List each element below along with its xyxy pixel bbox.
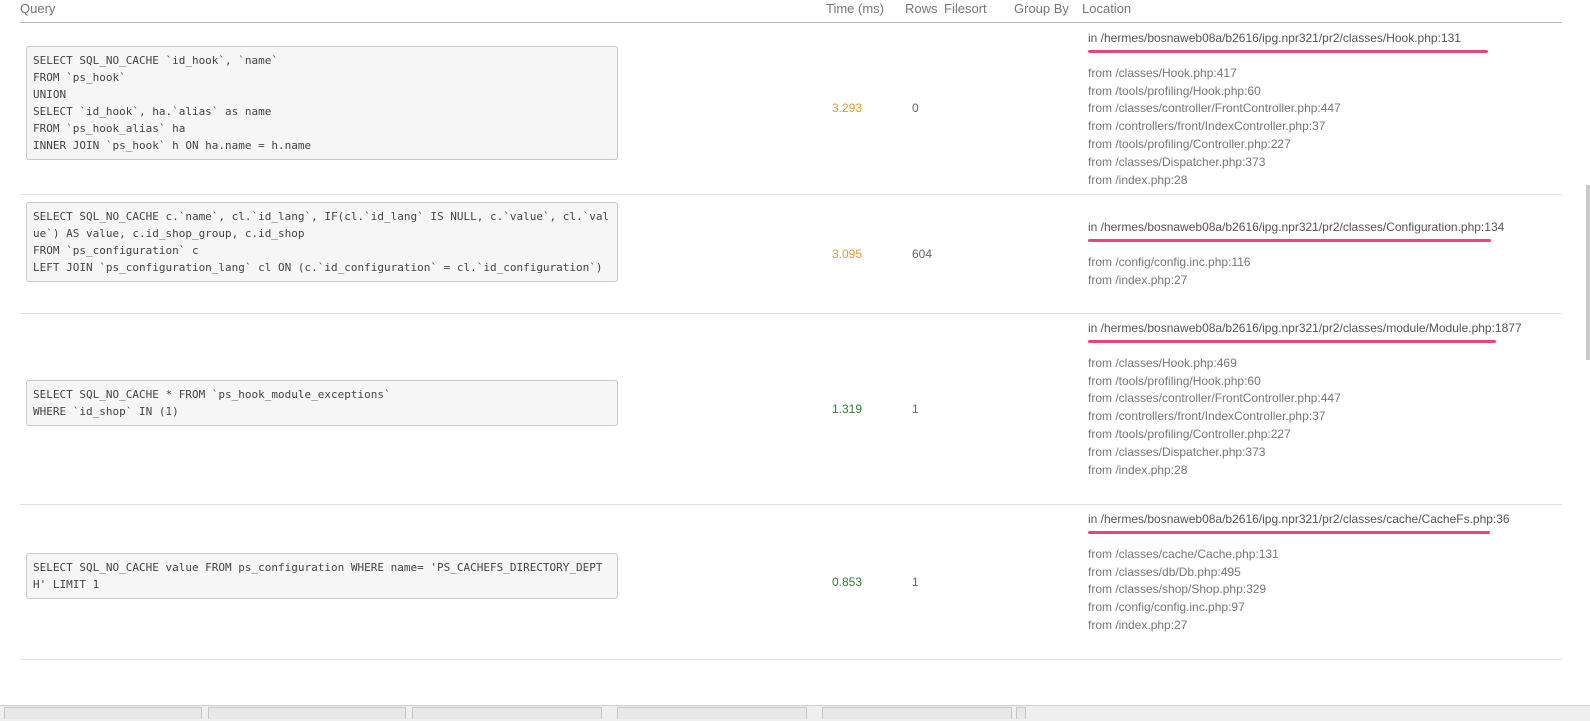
query-rows: 604 (912, 247, 933, 261)
stack-frame: from /classes/controller/FrontController… (1088, 391, 1341, 406)
bottom-tab[interactable] (617, 707, 807, 719)
stack-frame: from /config/config.inc.php:97 (1088, 600, 1245, 615)
bottom-tab[interactable] (1016, 707, 1026, 719)
table-row: SELECT SQL_NO_CACHE c.`name`, cl.`id_lan… (20, 195, 1562, 314)
highlight-underline (1088, 339, 1496, 343)
header-time[interactable]: Time (ms) (826, 1, 884, 16)
stack-frame: from /classes/Dispatcher.php:373 (1088, 444, 1266, 459)
highlight-underline (1088, 530, 1490, 534)
header-group-by[interactable]: Group By (1014, 1, 1069, 16)
query-time: 0.853 (832, 575, 863, 589)
stack-frame: from /index.php:27 (1088, 617, 1188, 632)
table-header: Query Time (ms) Rows Filesort Group By L… (0, 0, 1590, 22)
stack-frame: from /classes/Hook.php:417 (1088, 65, 1237, 80)
query-rows: 1 (912, 575, 919, 589)
table-row: SELECT SQL_NO_CACHE `id_hook`, `name` FR… (20, 23, 1562, 195)
highlight-underline (1088, 49, 1488, 53)
header-filesort[interactable]: Filesort (944, 1, 987, 16)
stack-frame: from /index.php:28 (1088, 462, 1188, 477)
location-in-path[interactable]: in /hermes/bosnaweb08a/b2616/ipg.npr321/… (1088, 220, 1504, 234)
stack-frame: from /controllers/front/IndexController.… (1088, 119, 1326, 134)
highlight-underline (1088, 238, 1491, 242)
location-in-path[interactable]: in /hermes/bosnaweb08a/b2616/ipg.npr321/… (1088, 512, 1510, 526)
header-query[interactable]: Query (20, 1, 55, 16)
sql-query-box[interactable]: SELECT SQL_NO_CACHE `id_hook`, `name` FR… (26, 46, 618, 160)
location-in: in /hermes/bosnaweb08a/b2616/ipg.npr321/… (1088, 30, 1488, 53)
stack-frame: from /classes/shop/Shop.php:329 (1088, 582, 1267, 597)
stack-frame: from /classes/controller/FrontController… (1088, 101, 1341, 116)
location-in: in /hermes/bosnaweb08a/b2616/ipg.npr321/… (1088, 320, 1538, 343)
stack-frame: from /index.php:27 (1088, 272, 1188, 287)
bottom-tab-strip (0, 705, 1590, 721)
table-row: SELECT SQL_NO_CACHE value FROM ps_config… (20, 505, 1562, 660)
query-rows: 1 (912, 402, 919, 416)
query-time: 3.095 (832, 247, 863, 261)
stack-frame: from /tools/profiling/Hook.php:60 (1088, 83, 1261, 98)
stack-frame: from /tools/profiling/Hook.php:60 (1088, 373, 1261, 388)
stack-frame: from /index.php:28 (1088, 172, 1188, 187)
stack-frame: from /classes/cache/Cache.php:131 (1088, 546, 1279, 561)
stack-frame: from /tools/profiling/Controller.php:227 (1088, 426, 1291, 441)
stack-frame: from /controllers/front/IndexController.… (1088, 409, 1326, 424)
bottom-tab[interactable] (4, 707, 202, 719)
stack-frame: from /classes/Hook.php:469 (1088, 355, 1237, 370)
stack-frame: from /classes/Dispatcher.php:373 (1088, 154, 1266, 169)
query-time: 1.319 (832, 402, 863, 416)
location-stack: in /hermes/bosnaweb08a/b2616/ipg.npr321/… (1088, 320, 1538, 479)
query-time: 3.293 (832, 101, 863, 115)
location-in: in /hermes/bosnaweb08a/b2616/ipg.npr321/… (1088, 219, 1504, 242)
scrollbar-thumb[interactable] (1586, 185, 1590, 360)
location-in-path[interactable]: in /hermes/bosnaweb08a/b2616/ipg.npr321/… (1088, 321, 1522, 335)
bottom-tab[interactable] (822, 707, 1012, 719)
sql-query-box[interactable]: SELECT SQL_NO_CACHE * FROM `ps_hook_modu… (26, 380, 618, 426)
table-row: SELECT SQL_NO_CACHE * FROM `ps_hook_modu… (20, 314, 1562, 505)
bottom-tab[interactable] (208, 707, 406, 719)
stack-frame: from /tools/profiling/Controller.php:227 (1088, 136, 1291, 151)
header-rows[interactable]: Rows (905, 1, 938, 16)
header-location[interactable]: Location (1082, 1, 1131, 16)
bottom-tab[interactable] (412, 707, 602, 719)
sql-query-box[interactable]: SELECT SQL_NO_CACHE c.`name`, cl.`id_lan… (26, 202, 618, 282)
query-rows: 0 (912, 101, 919, 115)
location-stack: in /hermes/bosnaweb08a/b2616/ipg.npr321/… (1088, 219, 1504, 289)
location-stack: in /hermes/bosnaweb08a/b2616/ipg.npr321/… (1088, 511, 1538, 635)
stack-frame: from /classes/db/Db.php:495 (1088, 564, 1241, 579)
location-in: in /hermes/bosnaweb08a/b2616/ipg.npr321/… (1088, 511, 1538, 534)
vertical-scrollbar[interactable] (1562, 0, 1590, 700)
location-stack: in /hermes/bosnaweb08a/b2616/ipg.npr321/… (1088, 30, 1488, 189)
stack-frame: from /config/config.inc.php:116 (1088, 254, 1251, 269)
location-in-path[interactable]: in /hermes/bosnaweb08a/b2616/ipg.npr321/… (1088, 31, 1461, 45)
sql-query-box[interactable]: SELECT SQL_NO_CACHE value FROM ps_config… (26, 553, 618, 599)
